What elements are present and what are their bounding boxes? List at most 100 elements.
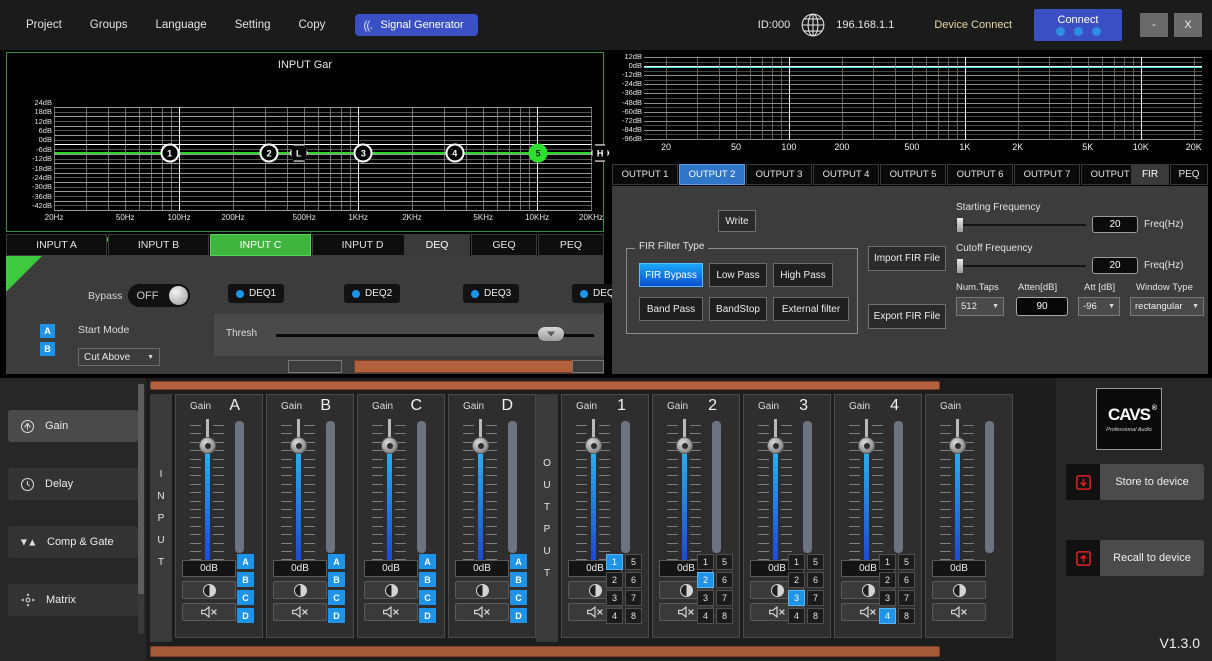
att-select[interactable]: -96 ▼	[1078, 297, 1120, 316]
route-button-4[interactable]: 4	[606, 608, 623, 624]
tab-geq[interactable]: GEQ	[471, 234, 537, 256]
route-button-c[interactable]: C	[237, 590, 254, 605]
bypass-toggle[interactable]: OFF	[128, 284, 191, 307]
eq-band-node-2[interactable]: 2	[259, 143, 279, 163]
route-button-a[interactable]: A	[237, 554, 254, 569]
mixer-scrollbar-top[interactable]	[150, 381, 940, 390]
fader-knob[interactable]	[199, 437, 216, 454]
mute-button[interactable]	[455, 603, 509, 621]
route-button-c[interactable]: C	[419, 590, 436, 605]
route-button-7[interactable]: 7	[807, 590, 824, 606]
route-button-b[interactable]: B	[237, 572, 254, 587]
route-button-b[interactable]: B	[328, 572, 345, 587]
fader-knob[interactable]	[858, 437, 875, 454]
write-button[interactable]: Write	[718, 210, 756, 232]
route-button-d[interactable]: D	[419, 608, 436, 623]
store-to-device-button[interactable]: Store to device	[1066, 464, 1204, 500]
mute-button[interactable]	[182, 603, 236, 621]
phase-invert-button[interactable]	[364, 581, 418, 599]
gain-fader[interactable]	[184, 419, 230, 577]
route-button-1[interactable]: 1	[788, 554, 805, 570]
route-button-a[interactable]: A	[328, 554, 345, 569]
tab-deq[interactable]: DEQ	[404, 234, 470, 256]
gain-fader[interactable]	[275, 419, 321, 577]
route-button-8[interactable]: 8	[898, 608, 915, 624]
route-button-6[interactable]: 6	[716, 572, 733, 588]
menu-item-language[interactable]: Language	[156, 13, 207, 37]
route-button-4[interactable]: 4	[879, 608, 896, 624]
tab-input-c[interactable]: INPUT C	[210, 234, 311, 256]
gain-fader[interactable]	[366, 419, 412, 577]
export-fir-file-button[interactable]: Export FIR File	[868, 304, 946, 329]
route-button-8[interactable]: 8	[625, 608, 642, 624]
close-button[interactable]: X	[1174, 13, 1202, 37]
fader-knob[interactable]	[767, 437, 784, 454]
signal-generator-button[interactable]: ((․ Signal Generator	[355, 14, 478, 36]
gain-value-field[interactable]: 0dB	[273, 560, 327, 577]
num-taps-select[interactable]: 512 ▼	[956, 297, 1004, 316]
gain-value-field[interactable]: 0dB	[932, 560, 986, 577]
route-button-2[interactable]: 2	[606, 572, 623, 588]
fader-knob[interactable]	[472, 437, 489, 454]
route-button-4[interactable]: 4	[697, 608, 714, 624]
fir-plot-area[interactable]	[644, 57, 1202, 140]
route-button-8[interactable]: 8	[716, 608, 733, 624]
mute-button[interactable]	[932, 603, 986, 621]
tab-output-7[interactable]: OUTPUT 7	[1014, 164, 1080, 185]
route-button-3[interactable]: 3	[879, 590, 896, 606]
menu-item-project[interactable]: Project	[26, 13, 62, 37]
filter-type-band-pass[interactable]: Band Pass	[639, 297, 703, 321]
menu-item-copy[interactable]: Copy	[299, 13, 326, 37]
starting-frequency-input[interactable]: 20	[1092, 216, 1138, 233]
thresh-slider-handle[interactable]	[537, 327, 564, 341]
slider-handle[interactable]	[957, 217, 963, 232]
menu-item-setting[interactable]: Setting	[235, 13, 271, 37]
deq2-button[interactable]: DEQ2	[344, 284, 401, 303]
route-button-3[interactable]: 3	[788, 590, 805, 606]
tab-output-3[interactable]: OUTPUT 3	[746, 164, 812, 185]
gain-value-field[interactable]: 0dB	[455, 560, 509, 577]
route-button-1[interactable]: 1	[879, 554, 896, 570]
sidebar-scrollbar[interactable]	[138, 384, 144, 634]
channel-b-button[interactable]: B	[40, 342, 55, 356]
slider-handle[interactable]	[957, 258, 963, 273]
deq-extra-box[interactable]	[572, 360, 604, 373]
deq3-button[interactable]: DEQ3	[463, 284, 520, 303]
route-button-d[interactable]: D	[328, 608, 345, 623]
sidebar-item-matrix[interactable]: Matrix	[8, 584, 138, 616]
route-button-1[interactable]: 1	[606, 554, 623, 570]
tab-input-b[interactable]: INPUT B	[108, 234, 209, 256]
deq1-button[interactable]: DEQ1	[228, 284, 285, 303]
route-button-2[interactable]: 2	[697, 572, 714, 588]
tab-fir[interactable]: FIR	[1131, 164, 1169, 185]
tab-peq[interactable]: PEQ	[538, 234, 604, 256]
import-fir-file-button[interactable]: Import FIR File	[868, 246, 946, 271]
tab-input-a[interactable]: INPUT A	[6, 234, 107, 256]
route-button-a[interactable]: A	[510, 554, 527, 569]
tab-output-6[interactable]: OUTPUT 6	[947, 164, 1013, 185]
sidebar-item-comp-gate[interactable]: Comp & Gate	[8, 526, 138, 558]
phase-invert-button[interactable]	[182, 581, 236, 599]
tab-output-1[interactable]: OUTPUT 1	[612, 164, 678, 185]
window-type-select[interactable]: rectangular ▼	[1130, 297, 1204, 316]
cutoff-frequency-slider[interactable]	[956, 258, 1086, 273]
filter-type-bandstop[interactable]: BandStop	[709, 297, 767, 321]
route-button-7[interactable]: 7	[716, 590, 733, 606]
mute-button[interactable]	[364, 603, 418, 621]
menu-item-groups[interactable]: Groups	[90, 13, 128, 37]
eq-band-node-4[interactable]: 4	[445, 143, 465, 163]
fader-knob[interactable]	[381, 437, 398, 454]
deq-scrollbar[interactable]	[354, 360, 594, 373]
filter-type-external-filter[interactable]: External filter	[773, 297, 849, 321]
route-button-c[interactable]: C	[328, 590, 345, 605]
fader-knob[interactable]	[585, 437, 602, 454]
route-button-c[interactable]: C	[510, 590, 527, 605]
route-button-4[interactable]: 4	[788, 608, 805, 624]
eq-band-node-1[interactable]: 1	[160, 143, 180, 163]
tab-output-4[interactable]: OUTPUT 4	[813, 164, 879, 185]
route-button-1[interactable]: 1	[697, 554, 714, 570]
tab-output-5[interactable]: OUTPUT 5	[880, 164, 946, 185]
route-button-7[interactable]: 7	[625, 590, 642, 606]
route-button-8[interactable]: 8	[807, 608, 824, 624]
route-button-b[interactable]: B	[510, 572, 527, 587]
